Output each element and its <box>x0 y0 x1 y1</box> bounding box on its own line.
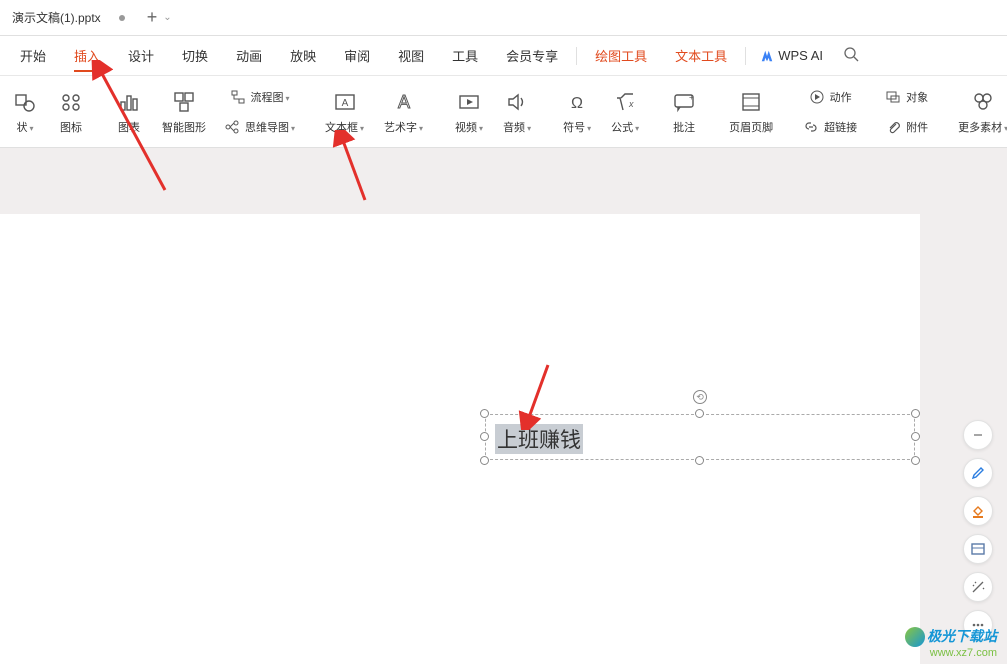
ribbon-shape[interactable]: 状▾ <box>2 80 48 144</box>
chart-icon <box>116 89 142 115</box>
menu-animation[interactable]: 动画 <box>222 36 276 76</box>
document-tab[interactable]: 演示文稿(1).pptx <box>0 4 137 32</box>
wordart-icon: A <box>391 89 417 115</box>
resize-handle-mr[interactable] <box>911 432 920 441</box>
wps-ai-icon <box>760 49 774 63</box>
menu-separator <box>745 47 746 65</box>
fill-icon <box>970 503 986 519</box>
resize-handle-br[interactable] <box>911 456 920 465</box>
symbol-icon: Ω <box>564 89 590 115</box>
svg-text:x: x <box>628 99 634 109</box>
mindmap-icon <box>224 119 240 135</box>
svg-text:Ω: Ω <box>571 95 583 112</box>
watermark-logo-icon <box>905 627 925 647</box>
ribbon-more-assets[interactable]: 更多素材▾ <box>948 80 1007 144</box>
smart-graphic-icon <box>171 89 197 115</box>
watermark: 极光下载站 www.xz7.com <box>905 626 997 659</box>
ribbon-object[interactable]: 对象 <box>877 82 936 112</box>
resize-handle-bm[interactable] <box>695 456 704 465</box>
menu-transition[interactable]: 切换 <box>168 36 222 76</box>
svg-text:A: A <box>341 98 348 109</box>
resize-handle-tm[interactable] <box>695 409 704 418</box>
search-icon <box>843 46 859 62</box>
minus-icon <box>971 428 985 442</box>
tab-menu-button[interactable]: ⌄ <box>163 12 171 23</box>
ribbon-wordart[interactable]: A 艺术字▾ <box>374 80 433 144</box>
header-footer-icon <box>738 89 764 115</box>
wps-ai-label: WPS AI <box>778 48 823 63</box>
svg-text:A: A <box>398 92 410 112</box>
textbox-icon: A <box>332 89 358 115</box>
audio-icon <box>504 89 530 115</box>
selected-textbox[interactable]: 上班赚钱 ⟲ <box>485 414 915 460</box>
search-button[interactable] <box>833 46 869 66</box>
ribbon-hyperlink[interactable]: 超链接 <box>795 112 865 142</box>
menu-tools[interactable]: 工具 <box>438 36 492 76</box>
ribbon-toolbar: 状▾ 图标 图表 智能图形 流程图▾ 思维导图▾ <box>0 76 1007 148</box>
tab-modified-dot <box>119 15 125 21</box>
icon-lib-icon <box>58 89 84 115</box>
layout-icon <box>970 541 986 557</box>
float-minus[interactable] <box>963 420 993 450</box>
ribbon-smart-graphic[interactable]: 智能图形 <box>152 80 216 144</box>
hyperlink-icon <box>803 119 819 135</box>
menu-slideshow[interactable]: 放映 <box>276 36 330 76</box>
flowchart-icon <box>230 89 246 105</box>
resize-handle-ml[interactable] <box>480 432 489 441</box>
watermark-url: www.xz7.com <box>905 647 997 659</box>
menu-insert[interactable]: 插入 <box>60 36 114 76</box>
ribbon-textbox[interactable]: A 文本框▾ <box>315 80 374 144</box>
formula-icon: x <box>612 89 638 115</box>
ribbon-attachment[interactable]: 附件 <box>877 112 936 142</box>
ribbon-comment[interactable]: + 批注 <box>661 80 707 144</box>
resize-handle-tr[interactable] <box>911 409 920 418</box>
ribbon-icon-lib[interactable]: 图标 <box>48 80 94 144</box>
canvas-area <box>0 148 1007 663</box>
action-icon <box>809 89 825 105</box>
menu-drawing-tools[interactable]: 绘图工具 <box>581 36 661 76</box>
shape-icon <box>12 89 38 115</box>
more-assets-icon <box>970 89 996 115</box>
ribbon-audio[interactable]: 音频▾ <box>493 80 541 144</box>
menu-member[interactable]: 会员专享 <box>492 36 572 76</box>
comment-icon: + <box>671 89 697 115</box>
watermark-title: 极光下载站 <box>927 628 997 644</box>
tab-bar: 演示文稿(1).pptx + ⌄ <box>0 0 1007 36</box>
resize-handle-bl[interactable] <box>480 456 489 465</box>
ribbon-formula[interactable]: x 公式▾ <box>601 80 649 144</box>
object-icon <box>885 89 901 105</box>
attachment-icon <box>885 119 901 135</box>
svg-text:+: + <box>689 93 694 102</box>
menu-separator <box>576 47 577 65</box>
textbox-content[interactable]: 上班赚钱 <box>495 424 583 454</box>
new-tab-button[interactable]: + <box>147 7 158 28</box>
ribbon-chart[interactable]: 图表 <box>106 80 152 144</box>
menu-review[interactable]: 审阅 <box>330 36 384 76</box>
pen-icon <box>970 465 986 481</box>
menu-bar: 开始 插入 设计 切换 动画 放映 审阅 视图 工具 会员专享 绘图工具 文本工… <box>0 36 1007 76</box>
ribbon-header-footer[interactable]: 页眉页脚 <box>719 80 783 144</box>
floating-toolbar <box>963 420 993 640</box>
menu-text-tools[interactable]: 文本工具 <box>661 36 741 76</box>
wps-ai-button[interactable]: WPS AI <box>750 48 833 63</box>
rotate-handle[interactable]: ⟲ <box>693 390 707 404</box>
magic-icon <box>970 579 986 595</box>
float-pen[interactable] <box>963 458 993 488</box>
ribbon-mindmap[interactable]: 思维导图▾ <box>216 112 303 142</box>
menu-start[interactable]: 开始 <box>6 36 60 76</box>
menu-view[interactable]: 视图 <box>384 36 438 76</box>
ribbon-action[interactable]: 动作 <box>795 82 865 112</box>
menu-design[interactable]: 设计 <box>114 36 168 76</box>
float-magic[interactable] <box>963 572 993 602</box>
tab-title: 演示文稿(1).pptx <box>12 9 101 26</box>
float-fill[interactable] <box>963 496 993 526</box>
ribbon-video[interactable]: 视频▾ <box>445 80 493 144</box>
video-icon <box>456 89 482 115</box>
ribbon-symbol[interactable]: Ω 符号▾ <box>553 80 601 144</box>
resize-handle-tl[interactable] <box>480 409 489 418</box>
float-layout[interactable] <box>963 534 993 564</box>
ribbon-flowchart[interactable]: 流程图▾ <box>216 82 303 112</box>
